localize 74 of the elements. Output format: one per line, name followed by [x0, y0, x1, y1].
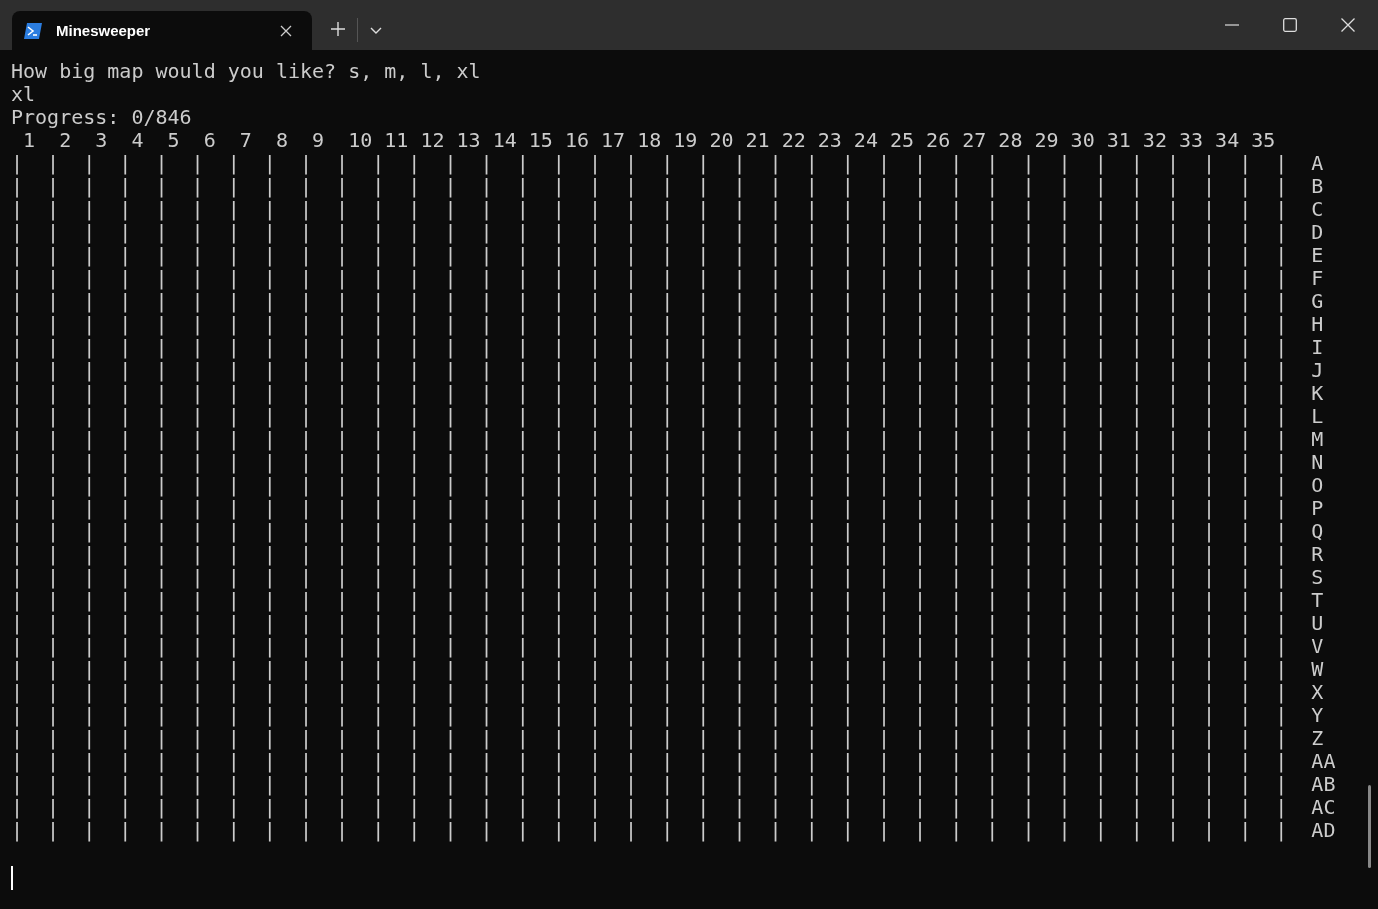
board-row: | | | | | | | | | | | | | | | | | | | | | | | | | | | | | | | | | | | | — [11, 796, 1288, 819]
board-row: | | | | | | | | | | | | | | | | | | | | | | | | | | | | | | | | | | | | — [11, 152, 1288, 175]
row-label: V — [1311, 635, 1324, 658]
text-cursor — [11, 866, 13, 890]
row-label: E — [1311, 244, 1324, 267]
board-row: | | | | | | | | | | | | | | | | | | | | | | | | | | | | | | | | | | | | — [11, 681, 1288, 704]
row-label: T — [1311, 589, 1324, 612]
board-row: | | | | | | | | | | | | | | | | | | | | | | | | | | | | | | | | | | | | — [11, 750, 1288, 773]
board-row: | | | | | | | | | | | | | | | | | | | | | | | | | | | | | | | | | | | | — [11, 382, 1288, 405]
row-label: I — [1311, 336, 1324, 359]
board-row: | | | | | | | | | | | | | | | | | | | | | | | | | | | | | | | | | | | | — [11, 221, 1288, 244]
terminal-line: xl — [11, 83, 36, 106]
row-label: X — [1311, 681, 1324, 704]
row-label: Y — [1311, 704, 1324, 727]
board-row: | | | | | | | | | | | | | | | | | | | | | | | | | | | | | | | | | | | | — [11, 819, 1288, 842]
dropdown-chevron-icon[interactable] — [370, 27, 382, 34]
row-label: C — [1311, 198, 1324, 221]
row-label: H — [1311, 313, 1324, 336]
shell-prompt-icon — [24, 22, 42, 39]
close-tab-icon[interactable] — [280, 24, 292, 37]
board-row: | | | | | | | | | | | | | | | | | | | | | | | | | | | | | | | | | | | | — [11, 198, 1288, 221]
tab-title: Minesweeper — [56, 22, 152, 39]
row-label: Z — [1311, 727, 1324, 750]
board-row: | | | | | | | | | | | | | | | | | | | | | | | | | | | | | | | | | | | | — [11, 290, 1288, 313]
terminal-line: How big map would you like? s, m, l, xl — [11, 60, 481, 83]
board-row: | | | | | | | | | | | | | | | | | | | | | | | | | | | | | | | | | | | | — [11, 497, 1288, 520]
row-label: L — [1311, 405, 1324, 428]
board-row: | | | | | | | | | | | | | | | | | | | | | | | | | | | | | | | | | | | | — [11, 704, 1288, 727]
column-numbers: 1 2 3 4 5 6 7 8 9 10 11 12 13 14 15 16 17 18 19 20 21 22 23 24 25 26 27 28 29 30 31 32 33 34 35 — [22, 129, 1276, 152]
row-label: F — [1311, 267, 1324, 290]
board-row: | | | | | | | | | | | | | | | | | | | | | | | | | | | | | | | | | | | | — [11, 405, 1288, 428]
board-row: | | | | | | | | | | | | | | | | | | | | | | | | | | | | | | | | | | | | — [11, 267, 1288, 290]
row-label: M — [1311, 428, 1324, 451]
terminal-line: Progress: 0/846 — [11, 106, 192, 129]
board-row: | | | | | | | | | | | | | | | | | | | | | | | | | | | | | | | | | | | | — [11, 543, 1288, 566]
row-label: U — [1311, 612, 1324, 635]
row-label: AA — [1311, 750, 1336, 773]
board-row: | | | | | | | | | | | | | | | | | | | | | | | | | | | | | | | | | | | | — [11, 336, 1288, 359]
board-row: | | | | | | | | | | | | | | | | | | | | | | | | | | | | | | | | | | | | — [11, 612, 1288, 635]
terminal-tab[interactable]: Minesweeper — [12, 11, 312, 50]
board-row: | | | | | | | | | | | | | | | | | | | | | | | | | | | | | | | | | | | | — [11, 566, 1288, 589]
row-label: A — [1311, 152, 1324, 175]
board-row: | | | | | | | | | | | | | | | | | | | | | | | | | | | | | | | | | | | | — [11, 175, 1288, 198]
row-label: Q — [1311, 520, 1324, 543]
board-row: | | | | | | | | | | | | | | | | | | | | | | | | | | | | | | | | | | | | — [11, 474, 1288, 497]
row-label: N — [1311, 451, 1324, 474]
row-label: K — [1311, 382, 1324, 405]
board-row: | | | | | | | | | | | | | | | | | | | | | | | | | | | | | | | | | | | | — [11, 244, 1288, 267]
row-label: J — [1311, 359, 1324, 382]
board-row: | | | | | | | | | | | | | | | | | | | | | | | | | | | | | | | | | | | | — [11, 658, 1288, 681]
board-row: | | | | | | | | | | | | | | | | | | | | | | | | | | | | | | | | | | | | — [11, 635, 1288, 658]
close-icon[interactable] — [1341, 18, 1355, 32]
board-row: | | | | | | | | | | | | | | | | | | | | | | | | | | | | | | | | | | | | — [11, 313, 1288, 336]
row-label: AD — [1311, 819, 1336, 842]
row-label: AB — [1311, 773, 1336, 796]
scrollbar-thumb[interactable] — [1368, 785, 1371, 868]
board-row: | | | | | | | | | | | | | | | | | | | | | | | | | | | | | | | | | | | | — [11, 359, 1288, 382]
row-label: G — [1311, 290, 1324, 313]
row-label: D — [1311, 221, 1324, 244]
row-label: W — [1311, 658, 1324, 681]
board-row: | | | | | | | | | | | | | | | | | | | | | | | | | | | | | | | | | | | | — [11, 451, 1288, 474]
row-label: O — [1311, 474, 1324, 497]
board-row: | | | | | | | | | | | | | | | | | | | | | | | | | | | | | | | | | | | | — [11, 428, 1288, 451]
row-label: S — [1311, 566, 1324, 589]
maximize-icon[interactable] — [1283, 18, 1297, 32]
row-label: AC — [1311, 796, 1336, 819]
row-label: P — [1311, 497, 1324, 520]
row-label: R — [1311, 543, 1324, 566]
board-row: | | | | | | | | | | | | | | | | | | | | | | | | | | | | | | | | | | | | — [11, 589, 1288, 612]
row-label: B — [1311, 175, 1324, 198]
board-row: | | | | | | | | | | | | | | | | | | | | | | | | | | | | | | | | | | | | — [11, 773, 1288, 796]
board-row: | | | | | | | | | | | | | | | | | | | | | | | | | | | | | | | | | | | | — [11, 727, 1288, 750]
new-tab-icon[interactable] — [331, 22, 345, 36]
board-row: | | | | | | | | | | | | | | | | | | | | | | | | | | | | | | | | | | | | — [11, 520, 1288, 543]
